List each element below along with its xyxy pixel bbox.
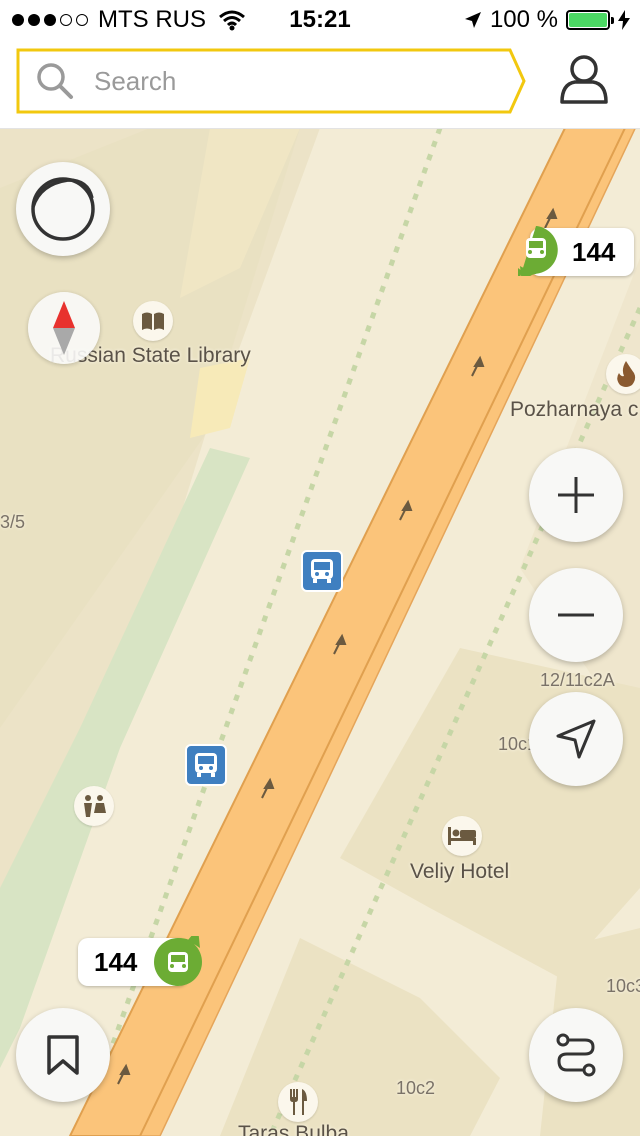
bookmark-icon (47, 1035, 79, 1075)
label-restaurant[interactable]: Taras Bulba (238, 1122, 349, 1136)
profile-icon[interactable] (558, 52, 610, 108)
library-icon (142, 312, 164, 330)
status-bar: MTS RUS 15:21 100 % (0, 0, 640, 40)
zoom-in-button[interactable] (529, 448, 623, 542)
bus-icon (526, 238, 546, 258)
route-number: 144 (572, 236, 616, 267)
toilet-icon (84, 795, 106, 817)
layers-icon (31, 177, 95, 241)
my-location-button[interactable] (529, 692, 623, 786)
location-arrow-icon (464, 12, 481, 28)
hotel-icon (448, 827, 476, 845)
top-bar (0, 40, 640, 129)
bus-route-pin[interactable] (152, 936, 204, 988)
bus-icon (168, 952, 188, 972)
label-hotel[interactable]: Veliy Hotel (410, 860, 509, 884)
label-address: 12/11c2A (540, 670, 615, 690)
battery-icon (566, 10, 614, 30)
route-number: 144 (94, 946, 138, 977)
search-box[interactable] (16, 48, 526, 114)
bus-stop-icon (311, 559, 333, 583)
plus-icon (558, 477, 594, 513)
bus-stop-marker[interactable] (185, 744, 227, 786)
compass-button[interactable] (28, 292, 100, 364)
search-input[interactable] (92, 60, 496, 102)
route-icon (556, 1033, 596, 1077)
label-address: 10c2 (396, 1078, 436, 1098)
label-address: 3/5 (0, 512, 26, 532)
zoom-out-button[interactable] (529, 568, 623, 662)
toilet-poi[interactable] (74, 786, 114, 826)
label-pozharnaya[interactable]: Pozharnaya c (510, 398, 638, 422)
bus-stop-icon (195, 753, 217, 777)
label-address: 10c3 (606, 976, 640, 996)
bus-route-pin[interactable] (510, 224, 562, 276)
bus-stop-marker[interactable] (301, 550, 343, 592)
compass-icon (53, 301, 75, 355)
restaurant-icon (290, 1089, 307, 1115)
search-icon (37, 63, 73, 99)
bookmarks-button[interactable] (16, 1008, 110, 1102)
status-right: 100 % (464, 6, 630, 34)
battery-percent: 100 % (489, 6, 558, 33)
charging-bolt-icon (618, 10, 630, 30)
route-button[interactable] (529, 1008, 623, 1102)
library-poi[interactable] (133, 301, 173, 341)
minus-icon (558, 613, 594, 617)
navigation-arrow-icon (556, 719, 596, 759)
layers-button[interactable] (16, 162, 110, 256)
fire-icon (617, 361, 636, 387)
battery-level (569, 13, 607, 27)
fire-station-poi[interactable] (606, 354, 640, 394)
hotel-poi[interactable] (442, 816, 482, 856)
map-view[interactable]: Russian State Library Pozharnaya c Veliy… (0, 128, 640, 1136)
restaurant-poi[interactable] (278, 1082, 318, 1122)
